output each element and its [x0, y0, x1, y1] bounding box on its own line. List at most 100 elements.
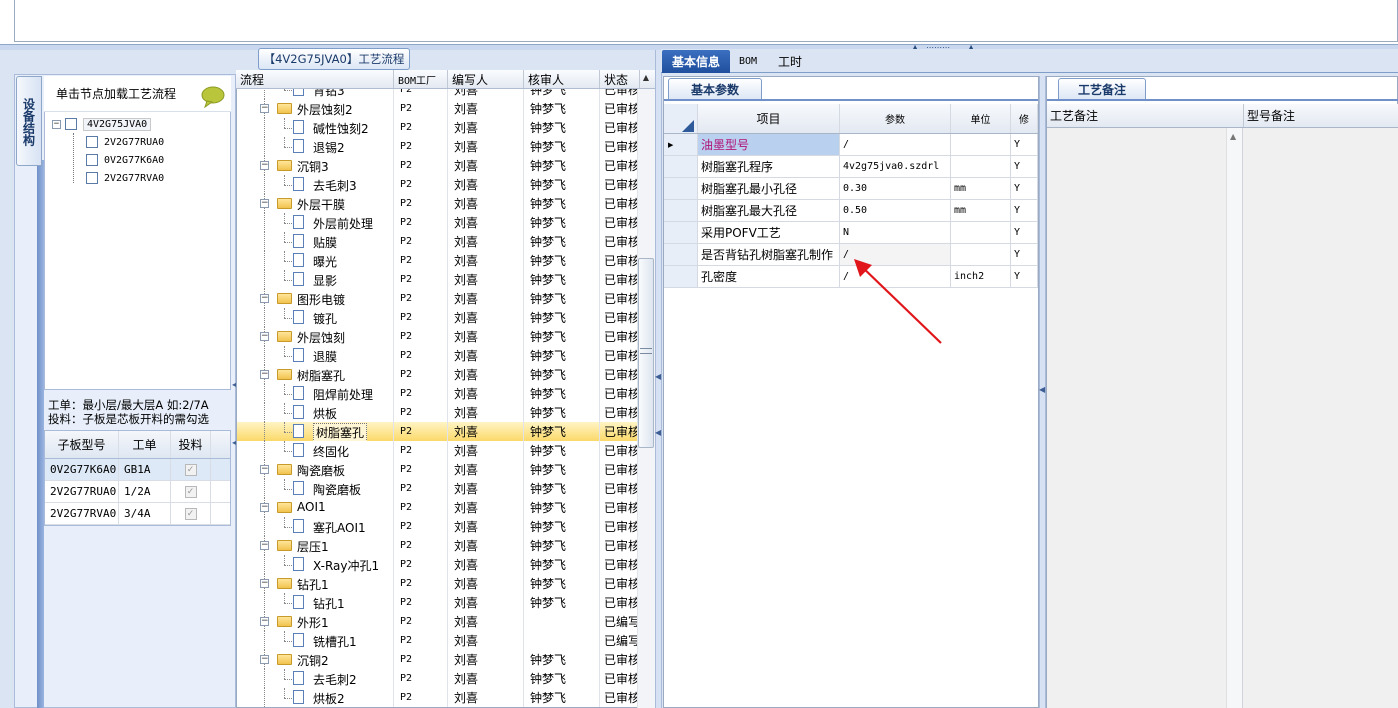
flow-name-cell[interactable]: 烘板 [237, 403, 394, 422]
flow-bom-cell[interactable]: P2 [394, 517, 448, 536]
flow-status-cell[interactable]: 已审核 [600, 270, 638, 289]
collapse-icon[interactable]: − [260, 104, 269, 113]
flow-name-cell[interactable]: 塞孔AOI1 [237, 517, 394, 536]
flow-status-cell[interactable]: 已审核 [600, 213, 638, 232]
collapse-icon[interactable]: − [260, 655, 269, 664]
flow-editor-cell[interactable]: 刘喜 [448, 99, 524, 118]
flow-bom-cell[interactable]: P2 [394, 175, 448, 194]
flow-bom-cell[interactable]: P2 [394, 346, 448, 365]
flow-name-cell[interactable]: 终固化 [237, 441, 394, 460]
flow-bom-cell[interactable]: P2 [394, 498, 448, 517]
scroll-up-arrow-icon[interactable]: ▲ [638, 73, 654, 87]
flow-editor-cell[interactable]: 刘喜 [448, 346, 524, 365]
param-value-cell[interactable]: / [840, 134, 951, 155]
tree-node-root[interactable]: − 4V2G75JVA0 [52, 115, 222, 133]
flow-status-cell[interactable]: 已编写 [600, 631, 638, 650]
table-row[interactable]: 2V2G77RVA0 3/4A ✓ [45, 503, 230, 525]
flow-status-cell[interactable]: 已审核 [600, 137, 638, 156]
flow-reviewer-cell[interactable]: 钟梦飞 [524, 365, 600, 384]
flow-status-cell[interactable]: 已审核 [600, 688, 638, 707]
flow-reviewer-cell[interactable]: 钟梦飞 [524, 688, 600, 707]
flow-name-cell[interactable]: − 钻孔1 [237, 574, 394, 593]
flow-editor-cell[interactable]: 刘喜 [448, 669, 524, 688]
flow-status-cell[interactable]: 已审核 [600, 422, 638, 441]
flow-bom-cell[interactable]: P2 [394, 669, 448, 688]
flow-status-cell[interactable]: 已审核 [600, 593, 638, 612]
flow-editor-cell[interactable]: 刘喜 [448, 365, 524, 384]
flow-reviewer-cell[interactable]: 钟梦飞 [524, 270, 600, 289]
flow-reviewer-cell[interactable] [524, 612, 600, 631]
col-header-order[interactable]: 工单 [119, 431, 171, 458]
flow-editor-cell[interactable]: 刘喜 [448, 555, 524, 574]
collapse-icon[interactable]: − [260, 465, 269, 474]
param-value-cell[interactable]: 0.30 [840, 178, 951, 199]
flow-bom-cell[interactable]: P2 [394, 232, 448, 251]
cell-order[interactable]: GB1A [119, 459, 171, 480]
flow-reviewer-cell[interactable]: 钟梦飞 [524, 555, 600, 574]
collapse-icon[interactable]: − [260, 617, 269, 626]
flow-name-cell[interactable]: − 沉铜3 [237, 156, 394, 175]
flow-editor-cell[interactable]: 刘喜 [448, 175, 524, 194]
flow-row[interactable]: 塞孔AOI1 P2 刘喜 钟梦飞 已审核 [237, 517, 639, 536]
flow-row[interactable]: 退膜 P2 刘喜 钟梦飞 已审核 [237, 346, 639, 365]
flow-status-cell[interactable]: 已审核 [600, 555, 638, 574]
notes-scroll-up-icon[interactable]: ▲ [1230, 132, 1236, 141]
flow-row[interactable]: 贴膜 P2 刘喜 钟梦飞 已审核 [237, 232, 639, 251]
col-header-value[interactable]: 参数 [840, 104, 951, 133]
flow-bom-cell[interactable]: P2 [394, 403, 448, 422]
flow-name-cell[interactable]: 陶瓷磨板 [237, 479, 394, 498]
cell-model[interactable]: 0V2G77K6A0 [45, 459, 119, 480]
flow-reviewer-cell[interactable]: 钟梦飞 [524, 194, 600, 213]
flow-row[interactable]: − 层压1 P2 刘喜 钟梦飞 已审核 [237, 536, 639, 555]
flow-row[interactable]: − 外形1 P2 刘喜 已编写 [237, 612, 639, 631]
flow-name-cell[interactable]: − 外层蚀刻 [237, 327, 394, 346]
flow-status-cell[interactable]: 已审核 [600, 441, 638, 460]
flow-row[interactable]: 背钻3 P2 刘喜 钟梦飞 已审核 [237, 89, 639, 99]
flow-status-cell[interactable]: 已审核 [600, 479, 638, 498]
collapse-icon[interactable]: − [260, 503, 269, 512]
flow-status-cell[interactable]: 已编写 [600, 612, 638, 631]
flow-row[interactable]: 曝光 P2 刘喜 钟梦飞 已审核 [237, 251, 639, 270]
flow-reviewer-cell[interactable]: 钟梦飞 [524, 498, 600, 517]
flow-editor-cell[interactable]: 刘喜 [448, 536, 524, 555]
collapse-icon[interactable]: − [52, 119, 61, 129]
flow-row[interactable]: − 外层干膜 P2 刘喜 钟梦飞 已审核 [237, 194, 639, 213]
flow-name-cell[interactable]: X-Ray冲孔1 [237, 555, 394, 574]
param-row[interactable]: 树脂塞孔最小孔径 0.30 mm Y [664, 178, 1038, 200]
col-header-modify[interactable]: 修 [1011, 104, 1038, 133]
flow-editor-cell[interactable]: 刘喜 [448, 308, 524, 327]
flow-name-cell[interactable]: 钻孔1 [237, 593, 394, 612]
row-selector[interactable] [664, 156, 698, 177]
flow-bom-cell[interactable]: P2 [394, 574, 448, 593]
flow-reviewer-cell[interactable]: 钟梦飞 [524, 156, 600, 175]
flow-reviewer-cell[interactable]: 钟梦飞 [524, 669, 600, 688]
col-header-process-note[interactable]: 工艺备注 [1047, 104, 1244, 127]
flow-editor-cell[interactable]: 刘喜 [448, 270, 524, 289]
flow-name-cell[interactable]: − 陶瓷磨板 [237, 460, 394, 479]
flow-name-cell[interactable]: − 沉铜2 [237, 650, 394, 669]
flow-reviewer-cell[interactable]: 钟梦飞 [524, 99, 600, 118]
flow-editor-cell[interactable]: 刘喜 [448, 327, 524, 346]
flow-row[interactable]: − 钻孔1 P2 刘喜 钟梦飞 已审核 [237, 574, 639, 593]
flow-bom-cell[interactable]: P2 [394, 156, 448, 175]
flow-bom-cell[interactable]: P2 [394, 555, 448, 574]
param-row[interactable]: 采用POFV工艺 N Y [664, 222, 1038, 244]
col-header-editor[interactable]: 编写人 [448, 70, 524, 88]
col-header-model-note[interactable]: 型号备注 [1244, 104, 1398, 127]
flow-reviewer-cell[interactable]: 钟梦飞 [524, 460, 600, 479]
flow-status-cell[interactable]: 已审核 [600, 460, 638, 479]
flow-reviewer-cell[interactable]: 钟梦飞 [524, 384, 600, 403]
collapse-icon[interactable]: − [260, 332, 269, 341]
flow-row[interactable]: 铣槽孔1 P2 刘喜 已编写 [237, 631, 639, 650]
flow-reviewer-cell[interactable]: 钟梦飞 [524, 574, 600, 593]
param-row[interactable]: 树脂塞孔程序 4v2g75jva0.szdrl Y [664, 156, 1038, 178]
flow-name-cell[interactable]: 背钻3 [237, 89, 394, 99]
flow-editor-cell[interactable]: 刘喜 [448, 251, 524, 270]
flow-name-cell[interactable]: 外层前处理 [237, 213, 394, 232]
notes-body[interactable] [1047, 128, 1398, 708]
flow-row[interactable]: − 图形电镀 P2 刘喜 钟梦飞 已审核 [237, 289, 639, 308]
row-selector[interactable] [664, 178, 698, 199]
flow-status-cell[interactable]: 已审核 [600, 498, 638, 517]
flow-row[interactable]: − 外层蚀刻 P2 刘喜 钟梦飞 已审核 [237, 327, 639, 346]
flow-status-cell[interactable]: 已审核 [600, 327, 638, 346]
